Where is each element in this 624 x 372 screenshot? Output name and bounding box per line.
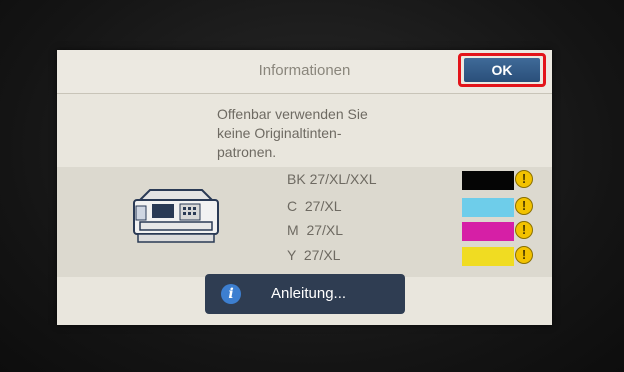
warning-icon: ! <box>515 170 533 188</box>
ink-label: M 27/XL <box>287 222 344 238</box>
ink-swatch-black <box>462 171 514 190</box>
ink-label: C 27/XL <box>287 198 342 214</box>
ink-swatch-cyan <box>462 198 514 217</box>
message-line: patronen. <box>217 144 277 160</box>
ink-row-black: BK 27/XL/XXL ! <box>57 169 552 193</box>
warning-icon: ! <box>515 197 533 215</box>
printer-screen: Informationen OK Offenbar verwenden Sie … <box>57 50 552 325</box>
ink-row-yellow: Y 27/XL ! <box>57 245 552 269</box>
ink-label: Y 27/XL <box>287 247 341 263</box>
ink-swatch-yellow <box>462 247 514 266</box>
ink-swatch-magenta <box>462 222 514 241</box>
ink-row-magenta: M 27/XL ! <box>57 220 552 244</box>
ink-label: BK 27/XL/XXL <box>287 171 377 187</box>
message-line: keine Originaltinten- <box>217 125 342 141</box>
ink-row-cyan: C 27/XL ! <box>57 196 552 220</box>
info-icon: i <box>221 284 241 304</box>
guide-button[interactable]: i Anleitung... <box>205 274 405 314</box>
guide-button-label: Anleitung... <box>271 285 347 302</box>
ok-button[interactable]: OK <box>464 58 540 82</box>
warning-message: Offenbar verwenden Sie keine Originaltin… <box>217 105 447 162</box>
warning-icon: ! <box>515 221 533 239</box>
message-line: Offenbar verwenden Sie <box>217 106 368 122</box>
warning-icon: ! <box>515 246 533 264</box>
